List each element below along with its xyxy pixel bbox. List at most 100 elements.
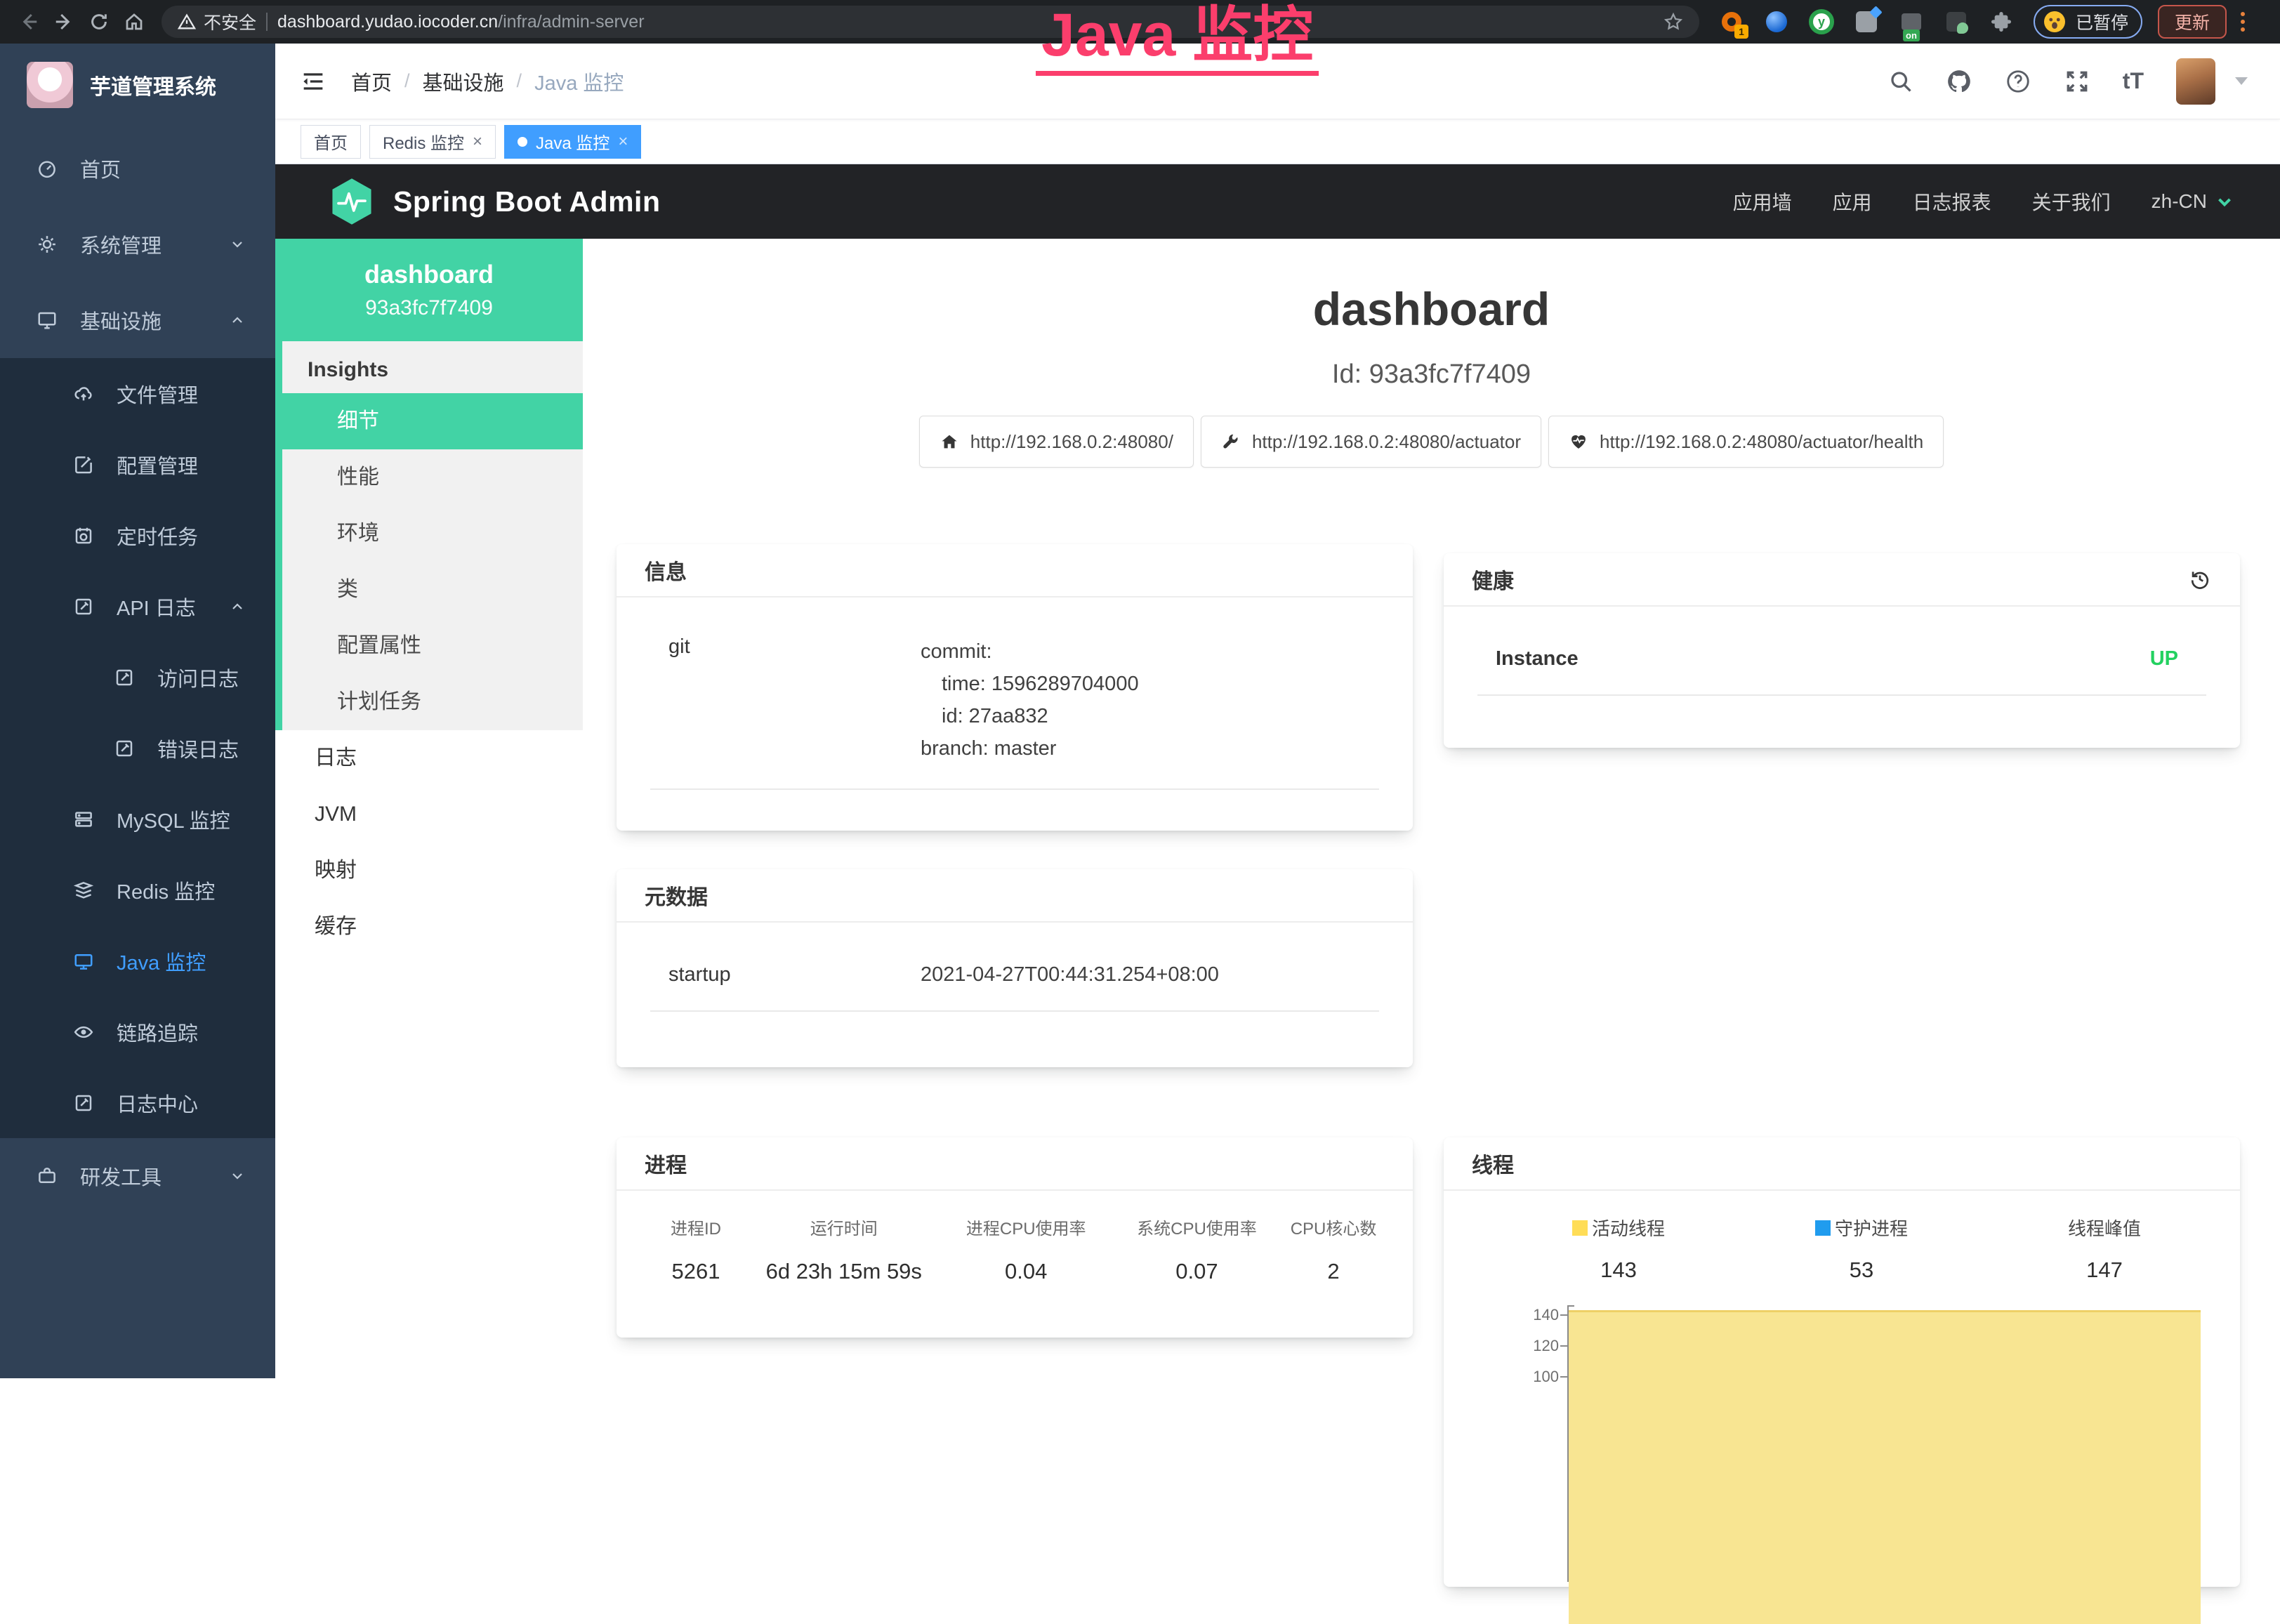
- sidebar-item-log-center[interactable]: 日志中心: [0, 1067, 275, 1138]
- sidebar-item-label: 首页: [80, 154, 121, 183]
- actuator-url-chip[interactable]: http://192.168.0.2:48080/actuator: [1201, 416, 1541, 468]
- threads-legend-row: 活动线程 143 守护进程 53 线程峰值 147: [1458, 1215, 2226, 1283]
- github-icon[interactable]: [1946, 68, 1972, 95]
- update-button[interactable]: 更新: [2158, 5, 2227, 39]
- health-url-chip[interactable]: http://192.168.0.2:48080/actuator/health: [1548, 416, 1944, 468]
- sidebar-item-devtools[interactable]: 研发工具: [0, 1138, 275, 1214]
- sba-nav-about[interactable]: 关于我们: [2032, 187, 2111, 216]
- y-tick-label: 140: [1514, 1306, 1559, 1324]
- font-size-icon[interactable]: tT: [2123, 68, 2144, 94]
- help-icon[interactable]: [2005, 68, 2031, 95]
- monitor-icon: [73, 951, 94, 972]
- sidebar-item-mysql[interactable]: MySQL 监控: [0, 784, 275, 854]
- sba-item-logs[interactable]: 日志: [275, 730, 583, 786]
- sidebar-item-config[interactable]: 配置管理: [0, 429, 275, 500]
- extension-leaf-icon[interactable]: [1942, 6, 1970, 37]
- tab-java-monitor[interactable]: Java 监控 ×: [504, 125, 641, 159]
- sidebar-item-api-log[interactable]: API 日志: [0, 571, 275, 642]
- sba-item-details[interactable]: 细节: [282, 393, 583, 449]
- emoji-face-icon: [2042, 9, 2067, 34]
- home-icon[interactable]: [117, 6, 152, 38]
- legend-swatch-daemon: [1815, 1220, 1831, 1236]
- info-git-value: commit: time: 1596289704000 id: 27aa832 …: [921, 635, 1139, 765]
- sba-item-classes[interactable]: 类: [282, 562, 583, 618]
- avatar[interactable]: [2176, 58, 2215, 105]
- breadcrumb-separator: /: [404, 70, 410, 92]
- health-status-badge: UP: [2150, 647, 2206, 671]
- sidebar-item-files[interactable]: 文件管理: [0, 358, 275, 429]
- sba-item-metrics[interactable]: 性能: [282, 449, 583, 506]
- extension-pin-icon[interactable]: [1762, 6, 1791, 37]
- avatar-caret-icon[interactable]: [2235, 77, 2248, 85]
- sidebar-item-system[interactable]: 系统管理: [0, 206, 275, 282]
- sidebar-item-infra[interactable]: 基础设施: [0, 282, 275, 358]
- sidebar-item-label: 日志中心: [117, 1088, 198, 1118]
- tab-home[interactable]: 首页: [301, 125, 361, 159]
- tab-label: 首页: [314, 129, 348, 154]
- bookmark-star-icon[interactable]: [1663, 11, 1684, 32]
- extension-on-icon[interactable]: on: [1897, 6, 1925, 37]
- tabs-bar: 首页 Redis 监控 × Java 监控 ×: [275, 119, 2280, 164]
- process-card-title: 进程: [617, 1137, 1413, 1191]
- sba-item-mappings[interactable]: 映射: [275, 843, 583, 899]
- sba-header: Spring Boot Admin 应用墙 应用 日志报表 关于我们 zh-CN: [275, 164, 2280, 239]
- sidebar-toggle-icon[interactable]: [299, 67, 327, 95]
- warning-triangle-icon: [177, 12, 197, 32]
- extension-y-icon[interactable]: y: [1807, 6, 1836, 37]
- close-icon[interactable]: ×: [473, 133, 482, 150]
- page-title: dashboard: [583, 282, 2280, 336]
- close-icon[interactable]: ×: [618, 133, 628, 150]
- profile-paused-pill[interactable]: 已暂停: [2034, 5, 2142, 39]
- process-col-pid: 进程ID 5261: [645, 1215, 747, 1284]
- sidebar-item-home[interactable]: 首页: [0, 131, 275, 206]
- sba-brand[interactable]: Spring Boot Admin: [393, 185, 660, 218]
- sba-nav-wallboard[interactable]: 应用墙: [1733, 187, 1792, 216]
- browser-menu-icon[interactable]: [2238, 9, 2248, 34]
- sidebar-item-label: 链路追踪: [117, 1017, 198, 1047]
- sba-nav-applications[interactable]: 应用: [1833, 187, 1872, 216]
- actuator-url: http://192.168.0.2:48080/actuator: [1252, 431, 1521, 453]
- extension-grid-icon[interactable]: [1852, 6, 1880, 37]
- instance-name: dashboard: [364, 260, 494, 289]
- forward-icon[interactable]: [46, 6, 81, 38]
- sba-item-environment[interactable]: 环境: [282, 506, 583, 562]
- address-bar[interactable]: 不安全 dashboard.yudao.iocoder.cn/infra/adm…: [162, 6, 1699, 38]
- app-logo[interactable]: 芋道管理系统: [0, 44, 275, 126]
- page-instance-id: Id: 93a3fc7f7409: [583, 359, 2280, 390]
- sba-item-jvm[interactable]: JVM: [275, 786, 583, 843]
- sba-nav-journal[interactable]: 日志报表: [1913, 187, 1991, 216]
- sidebar-item-trace[interactable]: 链路追踪: [0, 996, 275, 1067]
- sidebar-item-label: Java 监控: [117, 946, 206, 976]
- reload-icon[interactable]: [81, 6, 117, 38]
- service-url-chip[interactable]: http://192.168.0.2:48080/: [919, 416, 1194, 468]
- sidebar-item-java-monitor[interactable]: Java 监控: [0, 925, 275, 996]
- info-card: 信息 git commit: time: 1596289704000 id: 2…: [617, 544, 1413, 831]
- log-edit-icon: [114, 667, 135, 688]
- breadcrumb-infra[interactable]: 基础设施: [423, 67, 504, 96]
- legend-label: 线程峰值: [2068, 1215, 2141, 1241]
- sba-item-scheduled-tasks[interactable]: 计划任务: [282, 674, 583, 730]
- puzzle-icon[interactable]: [1987, 6, 2015, 37]
- heartbeat-icon: [1569, 432, 1588, 451]
- url-domain: dashboard.yudao.iocoder.cn: [277, 12, 498, 32]
- sidebar-item-error-log[interactable]: 错误日志: [0, 713, 275, 784]
- sba-item-caches[interactable]: 缓存: [275, 899, 583, 955]
- tab-redis[interactable]: Redis 监控 ×: [369, 125, 496, 159]
- sidebar-item-access-log[interactable]: 访问日志: [0, 642, 275, 713]
- back-icon[interactable]: [11, 6, 46, 38]
- extension-orange-icon[interactable]: 1: [1718, 6, 1746, 37]
- security-label[interactable]: 不安全: [204, 9, 256, 34]
- search-icon[interactable]: [1888, 69, 1913, 94]
- sba-item-config-props[interactable]: 配置属性: [282, 618, 583, 674]
- fullscreen-icon[interactable]: [2064, 68, 2090, 95]
- dashboard-icon: [37, 158, 58, 179]
- locale-select[interactable]: zh-CN: [2151, 190, 2235, 213]
- sidebar-item-redis[interactable]: Redis 监控: [0, 854, 275, 925]
- history-icon[interactable]: [2188, 567, 2212, 591]
- breadcrumb-home[interactable]: 首页: [351, 67, 392, 96]
- sidebar-item-jobs[interactable]: 定时任务: [0, 500, 275, 571]
- metadata-startup-value: 2021-04-27T00:44:31.254+08:00: [921, 963, 1219, 986]
- health-url: http://192.168.0.2:48080/actuator/health: [1600, 431, 1923, 453]
- process-col-uptime: 运行时间 6d 23h 15m 59s: [747, 1215, 941, 1284]
- service-url: http://192.168.0.2:48080/: [970, 431, 1173, 453]
